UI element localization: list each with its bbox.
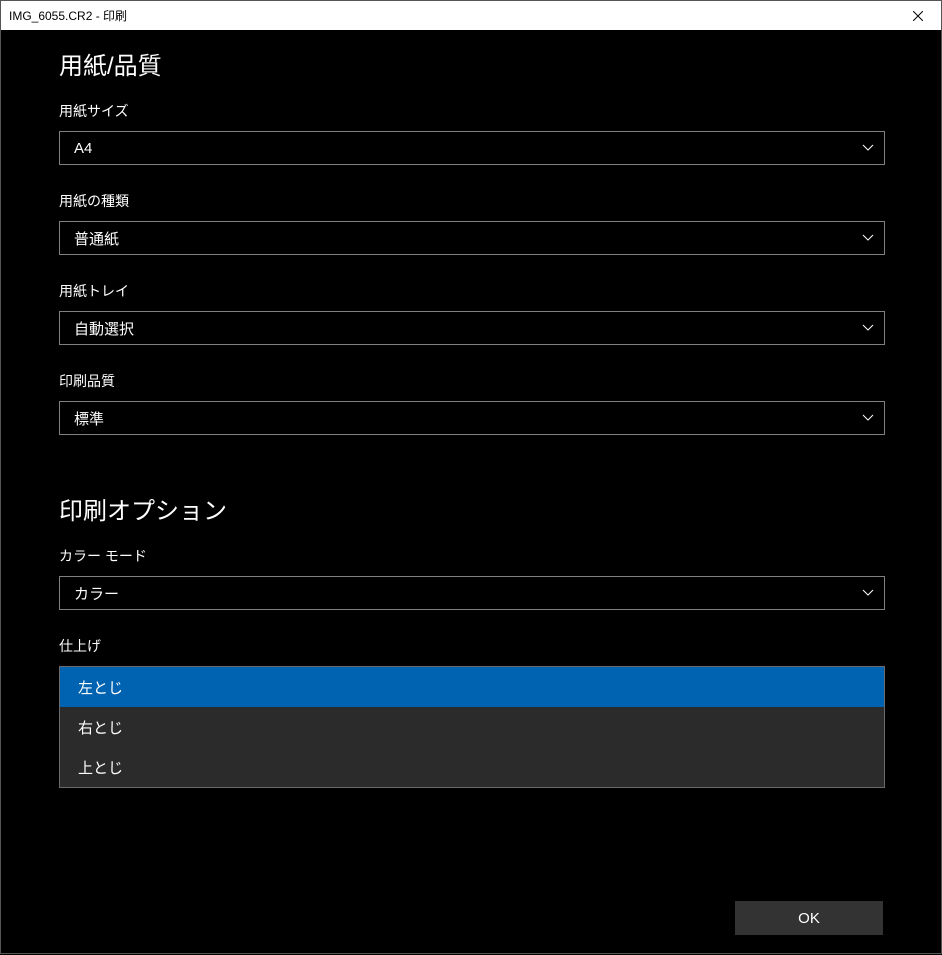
select-value-paper-size: A4 (74, 140, 92, 157)
close-icon (913, 11, 923, 21)
field-paper-tray: 用紙トレイ 自動選択 (59, 281, 883, 345)
dropdown-item-top-bind[interactable]: 上とじ (60, 747, 884, 787)
titlebar: IMG_6055.CR2 - 印刷 (0, 0, 942, 30)
field-finishing: 仕上げ 左とじ 右とじ 上とじ (59, 636, 883, 788)
section-heading-paper: 用紙/品質 (59, 46, 883, 81)
dialog-footer: OK (735, 901, 883, 935)
close-button[interactable] (895, 1, 941, 31)
dropdown-item-right-bind[interactable]: 右とじ (60, 707, 884, 747)
chevron-down-icon (862, 414, 874, 422)
select-paper-type[interactable]: 普通紙 (59, 221, 885, 255)
label-finishing: 仕上げ (59, 636, 883, 656)
label-color-mode: カラー モード (59, 546, 883, 566)
section-heading-options: 印刷オプション (59, 491, 883, 526)
select-color-mode[interactable]: カラー (59, 576, 885, 610)
field-paper-type: 用紙の種類 普通紙 (59, 191, 883, 255)
chevron-down-icon (862, 589, 874, 597)
select-print-quality[interactable]: 標準 (59, 401, 885, 435)
chevron-down-icon (862, 144, 874, 152)
dropdown-item-left-bind[interactable]: 左とじ (60, 667, 884, 707)
select-value-paper-type: 普通紙 (74, 228, 119, 249)
chevron-down-icon (862, 324, 874, 332)
field-paper-size: 用紙サイズ A4 (59, 101, 883, 165)
field-color-mode: カラー モード カラー (59, 546, 883, 610)
label-print-quality: 印刷品質 (59, 371, 883, 391)
dialog-content: 用紙/品質 用紙サイズ A4 用紙の種類 普通紙 用紙トレイ 自動選択 印刷品質… (0, 30, 942, 954)
chevron-down-icon (862, 234, 874, 242)
select-value-color-mode: カラー (74, 583, 119, 604)
label-paper-tray: 用紙トレイ (59, 281, 883, 301)
field-print-quality: 印刷品質 標準 (59, 371, 883, 435)
select-paper-tray[interactable]: 自動選択 (59, 311, 885, 345)
select-value-print-quality: 標準 (74, 408, 104, 429)
label-paper-type: 用紙の種類 (59, 191, 883, 211)
ok-button[interactable]: OK (735, 901, 883, 935)
window-title: IMG_6055.CR2 - 印刷 (9, 7, 127, 24)
dropdown-finishing: 左とじ 右とじ 上とじ (59, 666, 885, 788)
label-paper-size: 用紙サイズ (59, 101, 883, 121)
select-paper-size[interactable]: A4 (59, 131, 885, 165)
select-value-paper-tray: 自動選択 (74, 318, 134, 339)
